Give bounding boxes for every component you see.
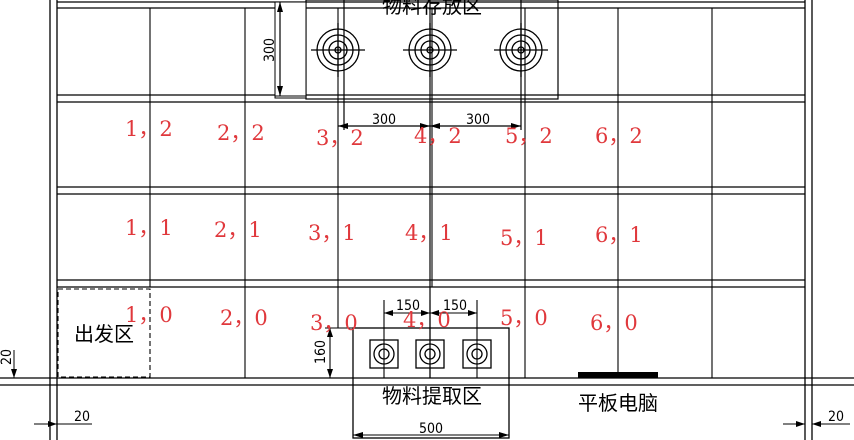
coord-label: 2，0 (220, 306, 268, 330)
coord-label: 4，0 (403, 308, 451, 332)
coord-label: 3，2 (316, 126, 364, 150)
pickup-area-label: 物料提取区 (382, 384, 482, 408)
coord-label: 3，1 (308, 221, 356, 245)
left-margin-dimensions: 20 20 (0, 349, 92, 427)
coord-label: 1，1 (125, 216, 173, 240)
coordinate-labels-row-1: 1，1 2，1 3，1 4，1 5，1 6，1 (125, 216, 643, 250)
storage-gap-left-value: 300 (372, 112, 396, 128)
coord-label: 3，0 (310, 311, 358, 335)
pickup-width-dimension: 500 (353, 421, 509, 438)
storage-gap-right-value: 300 (466, 112, 490, 128)
storage-height-value: 300 (262, 38, 278, 62)
coord-label: 4，1 (405, 221, 453, 245)
coordinate-labels-row-0: 1，0 2，0 3，0 4，0 5，0 6，0 (125, 303, 638, 335)
coord-label: 6，0 (590, 311, 638, 335)
left-vertical-margin-value: 20 (0, 349, 15, 365)
coord-label: 4，2 (414, 124, 462, 148)
coord-label: 2，2 (217, 121, 265, 145)
left-horizontal-margin-value: 20 (74, 409, 90, 425)
pickup-height-value: 160 (313, 340, 329, 364)
pickup-width-value: 500 (419, 421, 443, 437)
storage-target-1 (311, 23, 365, 77)
coord-label: 2，1 (214, 218, 262, 242)
coord-label: 5，0 (500, 306, 548, 330)
storage-height-dimension: 300 (262, 1, 307, 99)
coord-label: 5，1 (500, 226, 548, 250)
coord-label: 1，2 (125, 117, 173, 141)
tablet-label: 平板电脑 (578, 391, 658, 415)
right-margin-value: 20 (828, 409, 844, 425)
storage-target-3 (494, 23, 548, 77)
layout-diagram: 物料存放区 300 300 300 出发区 物料提取区 150 150 160 … (0, 0, 854, 440)
coord-label: 6，1 (595, 223, 643, 247)
pickup-height-dimension: 160 (313, 327, 353, 378)
storage-targets (311, 23, 548, 77)
coord-label: 1，0 (125, 303, 173, 327)
coord-label: 5，2 (505, 124, 553, 148)
storage-area-label: 物料存放区 (382, 0, 482, 18)
right-margin-dimension: 20 (783, 409, 850, 427)
coord-label: 6，2 (595, 124, 643, 148)
storage-target-2 (403, 23, 457, 77)
